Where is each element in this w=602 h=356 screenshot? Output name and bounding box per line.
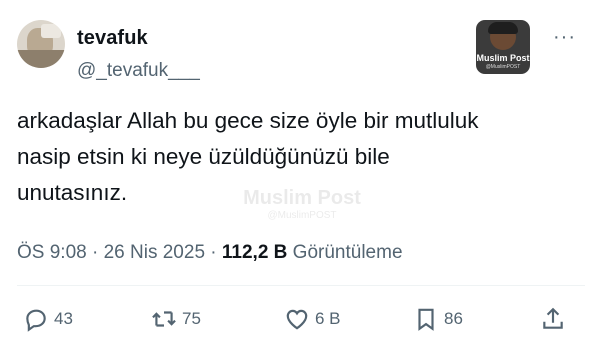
bookmark-icon xyxy=(418,308,434,331)
author-avatar[interactable] xyxy=(17,20,65,68)
tweet-line: unutasınız. xyxy=(17,180,128,205)
badge-sub: @MuslimPOST xyxy=(485,64,521,70)
tweet-line: arkadaşlar Allah bu gece size öyle bir m… xyxy=(17,108,479,133)
bookmark-count: 86 xyxy=(444,309,463,328)
divider xyxy=(17,285,585,286)
author-display-name[interactable]: tevafuk xyxy=(77,27,148,50)
view-label: Görüntüleme xyxy=(287,242,403,263)
reply-count: 43 xyxy=(54,309,73,328)
bookmark-button[interactable]: 86 xyxy=(413,302,463,336)
retweet-icon xyxy=(152,311,176,327)
tweet-time[interactable]: ÖS 9:08 xyxy=(17,242,87,263)
tweet-text: arkadaşlar Allah bu gece size öyle bir m… xyxy=(17,103,577,211)
share-button[interactable] xyxy=(540,302,566,336)
badge-name: Muslim Post xyxy=(476,53,530,63)
view-count: 112,2 B xyxy=(221,242,288,263)
reply-icon xyxy=(26,309,46,332)
reply-button[interactable]: 43 xyxy=(23,302,73,336)
author-handle[interactable]: @_tevafuk___ xyxy=(77,60,200,82)
more-options-icon[interactable]: ··· xyxy=(553,26,576,49)
tweet-meta: ÖS 9:08 · 26 Nis 2025 · 112,2 B Görüntül… xyxy=(17,242,403,264)
share-icon xyxy=(543,307,563,329)
like-button[interactable]: 6 B xyxy=(284,302,341,336)
watermark-sub: @MuslimPOST xyxy=(267,210,337,221)
retweet-count: 75 xyxy=(182,309,201,328)
action-bar: 43 75 6 B 86 xyxy=(17,300,587,340)
tweet-line: nasip etsin ki neye üzüldüğünüzü bile xyxy=(17,144,390,169)
meta-separator: · xyxy=(86,242,104,263)
heart-icon xyxy=(286,309,308,330)
meta-separator: · xyxy=(205,242,222,263)
tweet-date[interactable]: 26 Nis 2025 xyxy=(104,242,205,263)
like-count: 6 B xyxy=(315,309,341,328)
affiliate-badge[interactable]: Muslim Post @MuslimPOST xyxy=(476,20,530,74)
retweet-button[interactable]: 75 xyxy=(151,302,201,336)
